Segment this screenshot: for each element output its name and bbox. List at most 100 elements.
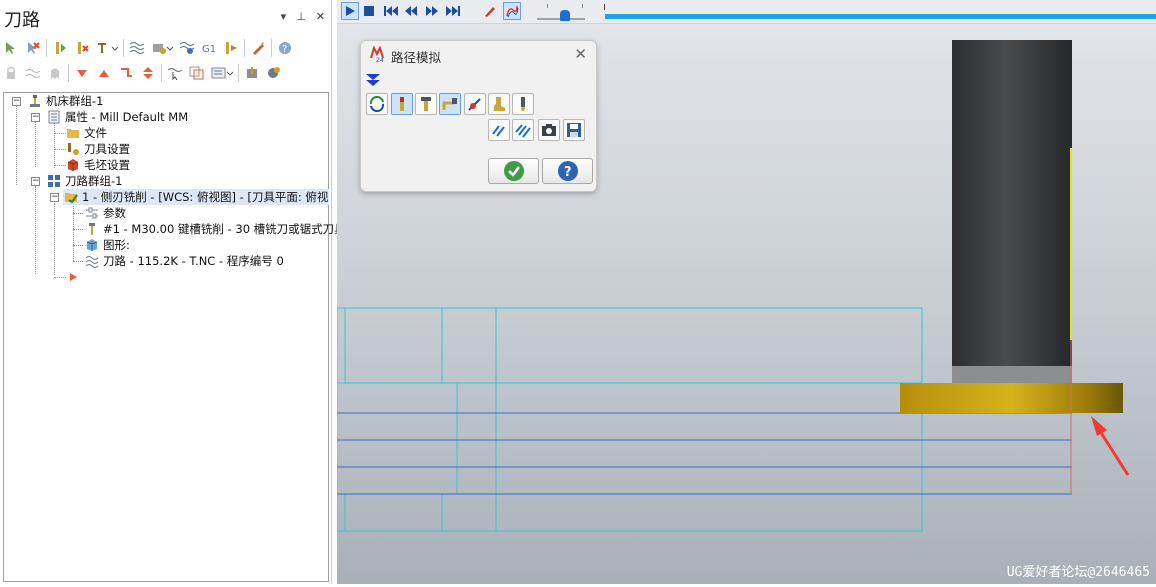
sim-hatch-dense-button[interactable] bbox=[512, 119, 534, 141]
cutting-tool bbox=[952, 40, 1072, 383]
sim-option-holder-button[interactable] bbox=[415, 93, 437, 115]
panel-title: 刀路 bbox=[4, 10, 40, 31]
help-icon[interactable]: ? bbox=[276, 39, 294, 57]
folder-icon bbox=[65, 125, 81, 141]
tree-node-stock-settings[interactable]: 毛坯设置 bbox=[65, 157, 130, 173]
tree-line bbox=[73, 213, 83, 214]
tree-line bbox=[16, 106, 17, 185]
tree-node-tool[interactable]: #1 - M30.00 键槽铣削 - 30 槽铣刀或锯式刀具 bbox=[84, 221, 346, 237]
settings-icon[interactable] bbox=[265, 64, 283, 82]
toolpath-tree: − 机床群组-1 − 属性 - Mill Default MM 文件 刀具设置 … bbox=[3, 92, 346, 582]
tree-node-machine-group[interactable]: 机床群组-1 bbox=[27, 93, 103, 109]
dialog-close-icon[interactable]: ✕ bbox=[574, 45, 587, 63]
sim-screenshot-button[interactable] bbox=[538, 119, 560, 141]
select-toolpath-icon[interactable] bbox=[166, 64, 184, 82]
sim-save-button[interactable] bbox=[563, 119, 585, 141]
expand-toggle[interactable]: − bbox=[31, 177, 40, 186]
trace-mode-button[interactable] bbox=[481, 2, 499, 20]
tree-line bbox=[35, 121, 36, 167]
step-forward-button[interactable] bbox=[423, 2, 441, 20]
copy-icon[interactable] bbox=[188, 64, 206, 82]
help-button[interactable]: ? bbox=[542, 158, 593, 184]
sim-option-color-button[interactable] bbox=[366, 93, 388, 115]
path-simulation-dialog: 24 路径模拟 ✕ ? bbox=[360, 40, 597, 192]
tool-holder-icon bbox=[421, 97, 431, 111]
panel-menu-icon[interactable]: ▾ bbox=[281, 10, 287, 23]
parameters-icon bbox=[84, 205, 100, 221]
move-up-icon[interactable] bbox=[95, 64, 113, 82]
expand-toggle[interactable]: − bbox=[12, 97, 21, 106]
toolpath-display-icon[interactable] bbox=[128, 39, 146, 57]
toggle-display-icon[interactable] bbox=[95, 39, 119, 57]
check-icon bbox=[503, 161, 524, 181]
tree-line bbox=[73, 261, 83, 262]
insert-arrow-marker[interactable] bbox=[65, 269, 84, 285]
tree-node-geometry[interactable]: 图形: bbox=[84, 237, 130, 253]
regen-icon[interactable] bbox=[51, 39, 69, 57]
toolpath-toggle-icon[interactable] bbox=[24, 64, 42, 82]
tree-node-toolpath[interactable]: 刀路 - 115.2K - T.NC - 程序编号 0 bbox=[84, 253, 284, 269]
sim-option-step-button[interactable] bbox=[488, 93, 510, 115]
svg-text:G1: G1 bbox=[202, 44, 216, 55]
skip-start-icon bbox=[384, 6, 398, 16]
tool-settings-icon bbox=[65, 141, 81, 157]
sim-option-alert-button[interactable] bbox=[512, 93, 534, 115]
sim-option-tool-button[interactable] bbox=[391, 93, 413, 115]
tree-line bbox=[73, 229, 83, 230]
tree-node-parameters[interactable]: 参数 bbox=[84, 205, 126, 221]
run-mode-button[interactable] bbox=[503, 2, 521, 20]
alert-tool-icon bbox=[521, 97, 525, 111]
question-icon: ? bbox=[557, 161, 578, 181]
rewind-to-start-button[interactable] bbox=[382, 2, 400, 20]
expand-collapse-icon[interactable] bbox=[139, 64, 157, 82]
panel-controls: ▾ ⊥ ✕ bbox=[281, 10, 325, 23]
play-button[interactable] bbox=[341, 2, 359, 20]
properties-icon bbox=[46, 109, 62, 125]
tree-node-tool-settings[interactable]: 刀具设置 bbox=[65, 141, 130, 157]
move-down-icon[interactable] bbox=[73, 64, 91, 82]
lock-icon[interactable] bbox=[2, 64, 20, 82]
toolbar-separator bbox=[161, 64, 162, 82]
stop-button[interactable] bbox=[360, 2, 378, 20]
speed-slider-thumb[interactable] bbox=[560, 10, 570, 21]
insert-arrow-icon[interactable] bbox=[117, 64, 135, 82]
panel-pin-icon[interactable]: ⊥ bbox=[296, 10, 306, 23]
expand-toggle[interactable]: − bbox=[31, 113, 40, 122]
simulation-progress-bar[interactable] bbox=[605, 14, 1156, 19]
tree-node-files[interactable]: 文件 bbox=[65, 125, 107, 141]
tree-node-label: 刀具设置 bbox=[84, 142, 130, 156]
stock-model-icon[interactable] bbox=[243, 64, 261, 82]
tree-node-properties[interactable]: 属性 - Mill Default MM bbox=[46, 109, 188, 125]
collapse-dialog-button[interactable] bbox=[364, 71, 382, 89]
tree-node-label: 机床群组-1 bbox=[46, 94, 104, 108]
run-icon[interactable] bbox=[222, 39, 240, 57]
hatch-icon bbox=[492, 125, 505, 137]
simulate-icon[interactable] bbox=[178, 39, 196, 57]
view-options-icon[interactable] bbox=[210, 64, 234, 82]
regen-dirty-icon[interactable] bbox=[73, 39, 91, 57]
stop-icon bbox=[364, 6, 374, 16]
deselect-icon[interactable] bbox=[24, 39, 42, 57]
step-back-button[interactable] bbox=[402, 2, 420, 20]
lock-edit-icon[interactable] bbox=[249, 39, 267, 57]
sim-option-endpoint-button[interactable] bbox=[464, 93, 486, 115]
tree-node-label: 属性 - Mill Default MM bbox=[65, 110, 189, 124]
g1-icon[interactable]: G1 bbox=[200, 39, 218, 57]
ghost-icon[interactable] bbox=[46, 64, 64, 82]
rapid-move-icon bbox=[442, 98, 457, 110]
tree-node-operation[interactable]: 1 - 侧刃铣削 - [WCS: 俯视图] - [刀具平面: 俯视 bbox=[63, 189, 329, 205]
post-icon[interactable] bbox=[150, 39, 174, 57]
tool-shank-icon bbox=[400, 97, 404, 111]
sim-hatch-button[interactable] bbox=[488, 119, 510, 141]
panel-close-icon[interactable]: ✕ bbox=[316, 10, 325, 23]
toolpath-trace-icon bbox=[506, 5, 519, 18]
tree-node-toolpath-group[interactable]: 刀路群组-1 bbox=[46, 173, 122, 189]
toolbar-separator bbox=[244, 39, 245, 57]
progress-start-marker bbox=[604, 4, 605, 10]
ok-button[interactable] bbox=[488, 158, 539, 184]
expand-toggle[interactable]: − bbox=[50, 193, 59, 202]
machine-icon bbox=[27, 93, 43, 109]
sim-option-rapid-button[interactable] bbox=[439, 93, 461, 115]
select-all-icon[interactable] bbox=[2, 39, 20, 57]
skip-to-end-button[interactable] bbox=[444, 2, 462, 20]
